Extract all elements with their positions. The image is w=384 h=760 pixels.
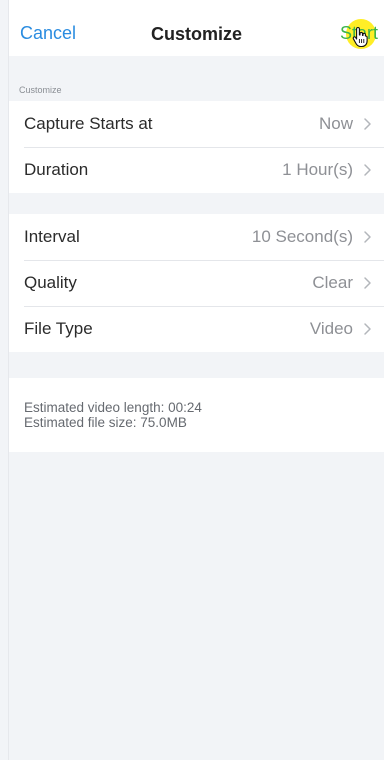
file-type-row[interactable]: File Type Video xyxy=(9,306,384,352)
quality-row[interactable]: Quality Clear xyxy=(9,260,384,306)
row-value: 1 Hour(s) xyxy=(282,160,353,179)
screen: Cancel Customize Start Customize Capture… xyxy=(8,0,384,760)
estimated-file-size: Estimated file size: 75.0MB xyxy=(24,415,187,430)
estimate-info-panel: Estimated video length: 00:24 Estimated … xyxy=(9,378,384,452)
row-label: Quality xyxy=(24,273,77,292)
chevron-right-icon xyxy=(364,118,371,130)
row-label: Interval xyxy=(24,227,80,246)
section-label: Customize xyxy=(19,85,62,95)
row-value: Now xyxy=(318,114,353,133)
chevron-right-icon xyxy=(364,231,371,243)
row-label: Duration xyxy=(24,160,89,179)
chevron-right-icon xyxy=(364,277,371,289)
row-value: Clear xyxy=(312,273,353,292)
row-label: File Type xyxy=(24,319,93,338)
chevron-right-icon xyxy=(364,164,371,176)
page-title: Customize xyxy=(150,24,242,44)
estimated-video-length: Estimated video length: 00:24 xyxy=(24,400,202,415)
row-label: Capture Starts at xyxy=(24,114,153,133)
interval-row[interactable]: Interval 10 Second(s) xyxy=(9,214,384,260)
row-value: Video xyxy=(309,319,353,338)
schedule-settings-group: Capture Starts at Now Duration 1 Hour(s) xyxy=(9,101,384,193)
duration-row[interactable]: Duration 1 Hour(s) xyxy=(9,147,384,193)
hand-pointer-cursor-icon xyxy=(352,26,368,48)
chevron-right-icon xyxy=(364,323,371,335)
navigation-bar: Cancel Customize Start xyxy=(9,0,384,56)
capture-settings-group: Interval 10 Second(s) Quality Clear File… xyxy=(9,214,384,352)
row-value: 10 Second(s) xyxy=(251,227,353,246)
capture-starts-at-row[interactable]: Capture Starts at Now xyxy=(9,101,384,147)
